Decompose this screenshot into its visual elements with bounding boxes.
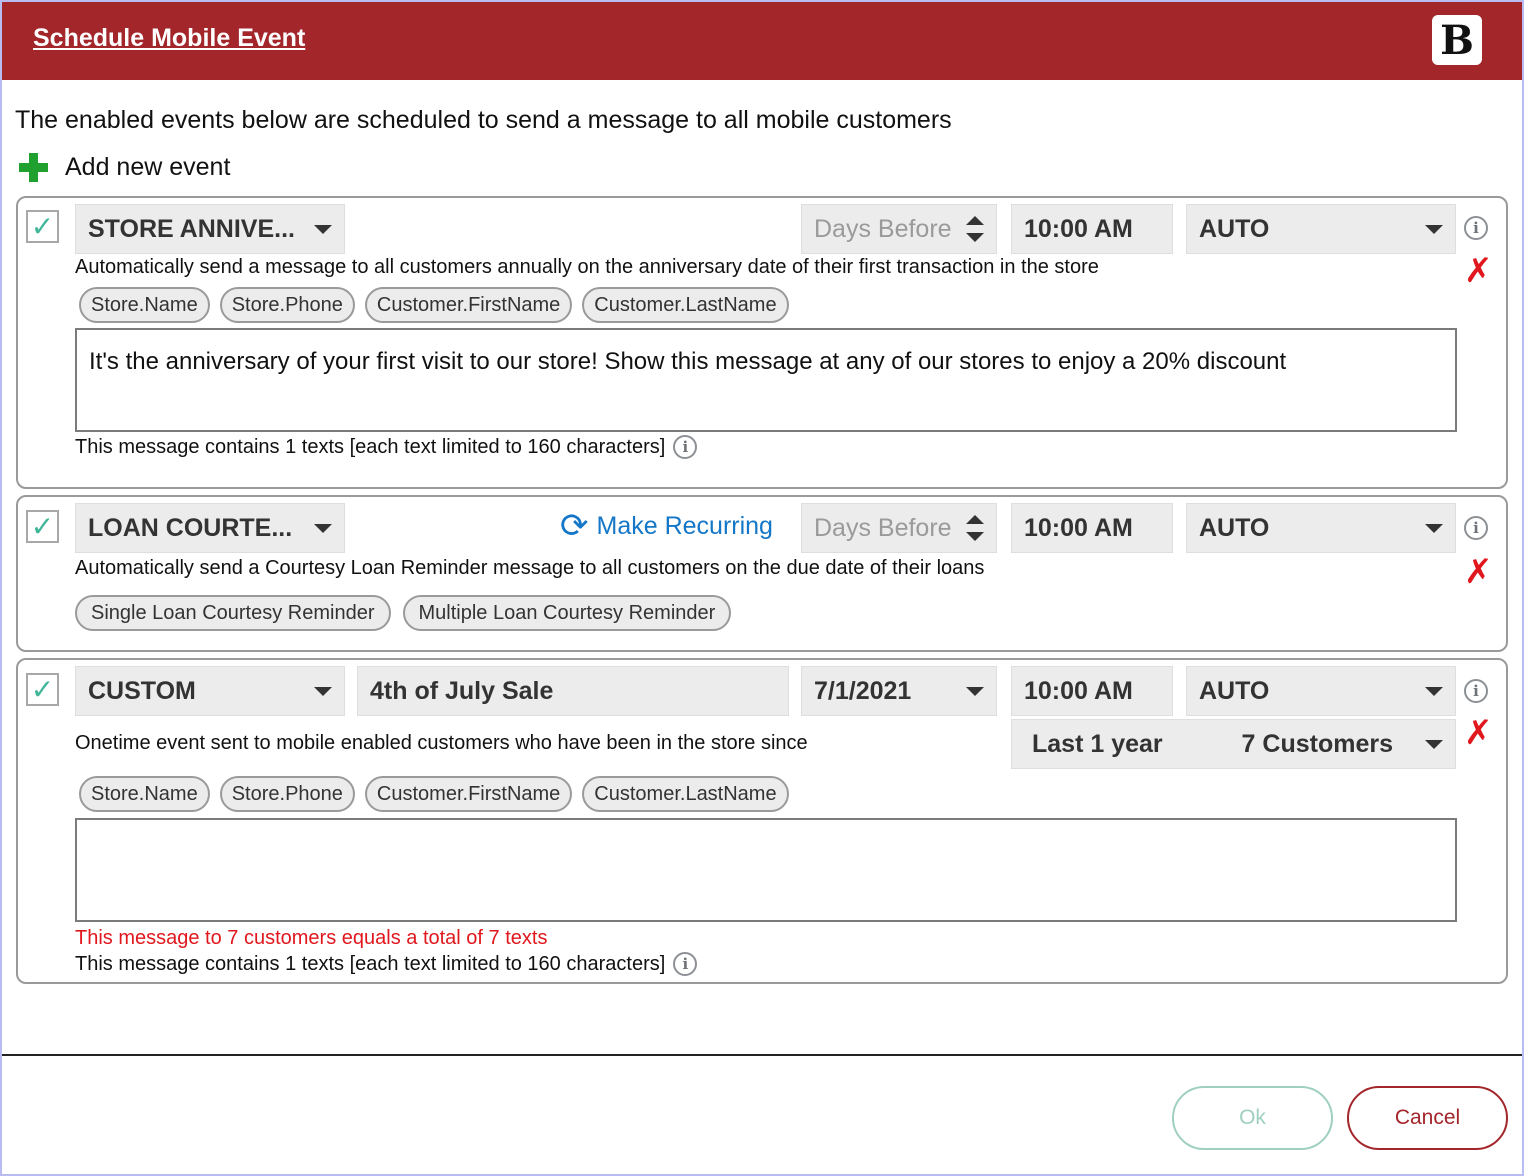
days-before-stepper[interactable]: Days Before	[801, 204, 997, 254]
dialog-title: Schedule Mobile Event	[33, 24, 306, 52]
token-chip[interactable]: Customer.LastName	[582, 287, 789, 323]
event-type-value: CUSTOM	[88, 676, 196, 705]
token-chip[interactable]: Store.Name	[79, 776, 210, 812]
info-icon[interactable]: i	[1464, 516, 1488, 540]
delete-event-icon[interactable]: ✗	[1464, 555, 1493, 589]
ok-button[interactable]: Ok	[1172, 1086, 1333, 1150]
token-chip[interactable]: Customer.FirstName	[364, 287, 573, 323]
time-value: 10:00 AM	[1024, 214, 1133, 243]
chevron-down-icon	[1425, 224, 1443, 234]
event-name-value: 4th of July Sale	[370, 676, 554, 705]
days-before-stepper[interactable]: Days Before	[801, 503, 997, 553]
event-enabled-checkbox[interactable]: ✓	[26, 210, 59, 243]
template-chip[interactable]: Single Loan Courtesy Reminder	[75, 595, 391, 631]
message-count-row: This message contains 1 texts [each text…	[75, 435, 698, 459]
cancel-button[interactable]: Cancel	[1347, 1086, 1508, 1150]
mode-dropdown[interactable]: AUTO	[1186, 666, 1456, 716]
mode-value: AUTO	[1199, 513, 1270, 542]
delete-event-icon[interactable]: ✗	[1464, 716, 1493, 750]
token-chip[interactable]: Store.Phone	[219, 776, 355, 812]
chevron-down-icon	[314, 686, 332, 696]
schedule-mobile-event-dialog: Schedule Mobile Event B The enabled even…	[0, 0, 1524, 1176]
token-chip[interactable]: Customer.LastName	[582, 776, 789, 812]
delete-event-icon[interactable]: ✗	[1464, 254, 1493, 288]
template-chip[interactable]: Multiple Loan Courtesy Reminder	[402, 595, 732, 631]
event-card-custom: ✓ CUSTOM 4th of July Sale 7/1/2021 10:00…	[16, 658, 1508, 984]
chevron-down-icon	[314, 224, 332, 234]
time-field[interactable]: 10:00 AM	[1011, 204, 1173, 254]
footer-divider	[2, 1054, 1522, 1056]
event-card-loan-courtesy: ✓ LOAN COURTE... ⟳ Make Recurring Days B…	[16, 495, 1508, 652]
info-icon[interactable]: i	[673, 952, 698, 976]
info-icon[interactable]: i	[1464, 216, 1488, 240]
audience-count: 7 Customers	[1241, 729, 1393, 758]
time-value: 10:00 AM	[1024, 513, 1133, 542]
chevron-down-icon	[966, 686, 984, 696]
event-type-value: LOAN COURTE...	[88, 513, 293, 542]
days-before-placeholder: Days Before	[814, 214, 952, 243]
info-icon[interactable]: i	[1464, 679, 1488, 703]
intro-text: The enabled events below are scheduled t…	[15, 106, 952, 134]
token-chips: Store.Name Store.Phone Customer.FirstNam…	[79, 776, 789, 812]
mode-value: AUTO	[1199, 676, 1270, 705]
event-description: Automatically send a message to all cust…	[75, 256, 1099, 278]
event-card-anniversary: ✓ STORE ANNIVE... Days Before 10:00 AM A…	[16, 196, 1508, 489]
add-new-event-button[interactable]: Add new event	[18, 150, 230, 184]
event-description: Onetime event sent to mobile enabled cus…	[75, 732, 808, 754]
event-description: Automatically send a Courtesy Loan Remin…	[75, 557, 985, 579]
event-enabled-checkbox[interactable]: ✓	[26, 510, 59, 543]
chevron-down-icon	[1425, 523, 1443, 533]
template-chips: Single Loan Courtesy Reminder Multiple L…	[75, 595, 732, 631]
event-type-value: STORE ANNIVE...	[88, 214, 295, 243]
event-enabled-checkbox[interactable]: ✓	[26, 673, 59, 706]
date-value: 7/1/2021	[814, 676, 912, 705]
days-before-placeholder: Days Before	[814, 513, 952, 542]
time-value: 10:00 AM	[1024, 676, 1133, 705]
add-new-event-label: Add new event	[65, 152, 231, 181]
brand-logo: B	[1432, 15, 1482, 65]
event-type-dropdown[interactable]: CUSTOM	[75, 666, 345, 716]
plus-icon	[18, 152, 48, 182]
message-count-text: This message contains 1 texts [each text…	[75, 952, 666, 975]
mode-dropdown[interactable]: AUTO	[1186, 204, 1456, 254]
event-type-dropdown[interactable]: STORE ANNIVE...	[75, 204, 345, 254]
stepper-arrows-icon[interactable]	[966, 216, 984, 242]
message-textarea[interactable]: It's the anniversary of your first visit…	[75, 328, 1457, 432]
mode-value: AUTO	[1199, 214, 1270, 243]
chevron-down-icon	[1425, 686, 1443, 696]
make-recurring-button[interactable]: ⟳ Make Recurring	[560, 509, 773, 543]
text-count-warning: This message to 7 customers equals a tot…	[75, 927, 548, 949]
message-count-row: This message contains 1 texts [each text…	[75, 952, 698, 976]
event-type-dropdown[interactable]: LOAN COURTE...	[75, 503, 345, 553]
message-textarea[interactable]	[75, 818, 1457, 922]
event-name-field[interactable]: 4th of July Sale	[357, 666, 789, 716]
token-chips: Store.Name Store.Phone Customer.FirstNam…	[79, 287, 789, 323]
token-chip[interactable]: Store.Phone	[219, 287, 355, 323]
audience-period: Last 1 year	[1032, 729, 1163, 758]
message-count-text: This message contains 1 texts [each text…	[75, 435, 666, 458]
audience-dropdown[interactable]: Last 1 year 7 Customers	[1011, 719, 1456, 769]
chevron-down-icon	[314, 523, 332, 533]
time-field[interactable]: 10:00 AM	[1011, 666, 1173, 716]
refresh-icon: ⟳	[560, 507, 589, 545]
stepper-arrows-icon[interactable]	[966, 515, 984, 541]
mode-dropdown[interactable]: AUTO	[1186, 503, 1456, 553]
time-field[interactable]: 10:00 AM	[1011, 503, 1173, 553]
date-picker[interactable]: 7/1/2021	[801, 666, 997, 716]
info-icon[interactable]: i	[673, 435, 698, 459]
make-recurring-label: Make Recurring	[596, 511, 773, 540]
title-bar: Schedule Mobile Event B	[2, 2, 1522, 80]
token-chip[interactable]: Store.Name	[79, 287, 210, 323]
token-chip[interactable]: Customer.FirstName	[364, 776, 573, 812]
chevron-down-icon	[1425, 739, 1443, 749]
